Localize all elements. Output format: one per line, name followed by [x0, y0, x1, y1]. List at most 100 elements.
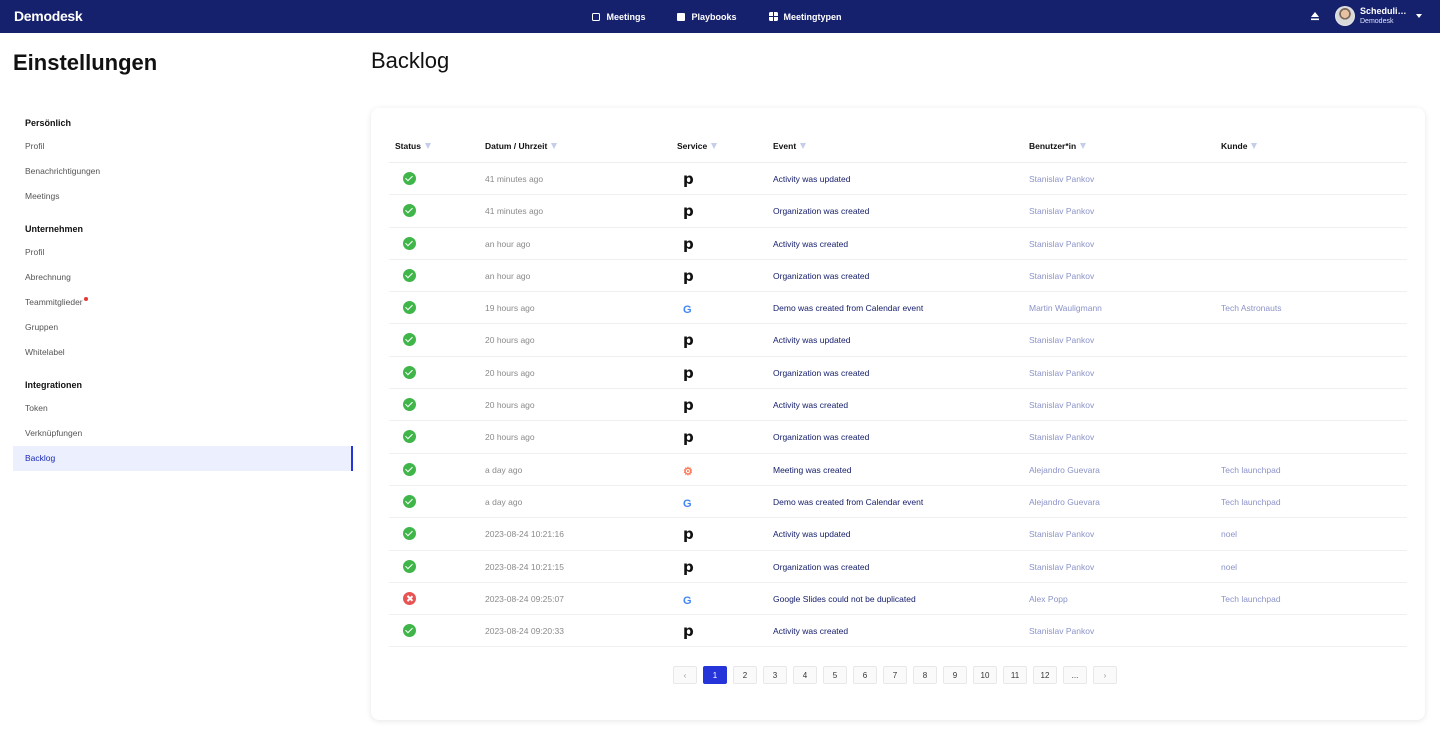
service-cell: p: [683, 324, 694, 356]
sidebar-item-backlog[interactable]: Backlog: [13, 446, 353, 471]
date-cell: 20 hours ago: [485, 367, 535, 378]
filter-icon[interactable]: [800, 143, 807, 149]
sidebar-item-profil[interactable]: Profil: [13, 134, 353, 159]
user-cell[interactable]: Stanislav Pankov: [1029, 551, 1094, 583]
table-row[interactable]: 41 minutes ago Activity was updated Stanis…: [389, 163, 1407, 196]
kunde-cell[interactable]: Tech launchpad: [1221, 583, 1281, 615]
user-cell[interactable]: Martin Wauligmann: [1029, 292, 1102, 324]
date-cell: a day ago: [485, 496, 523, 507]
notification-dot: [83, 297, 88, 301]
nav-meetings-label: Meetings: [606, 11, 646, 22]
service-cell: p: [683, 421, 694, 453]
nav-meetings[interactable]: Meetings: [592, 0, 645, 33]
sidebar-item-gruppen[interactable]: Gruppen: [13, 315, 353, 340]
table-row[interactable]: 20 hours ago Activity was created Stanisla…: [389, 389, 1407, 422]
status-cell: [403, 357, 416, 389]
date-cell: an hour ago: [485, 238, 531, 249]
calendar-icon: [592, 12, 601, 21]
sidebar-item-whitelabel[interactable]: Whitelabel: [13, 340, 353, 365]
page-button-12[interactable]: 12: [1033, 666, 1057, 684]
user-name[interactable]: Schedulin...: [1360, 6, 1410, 16]
sidebar-item-benachrichtigungen[interactable]: Benachrichtigungen: [13, 159, 353, 184]
prev-page-button[interactable]: ‹: [673, 666, 697, 684]
user-cell[interactable]: Stanislav Pankov: [1029, 421, 1094, 453]
page-button-3[interactable]: 3: [763, 666, 787, 684]
user-cell[interactable]: Stanislav Pankov: [1029, 195, 1094, 227]
google-icon: G: [683, 497, 692, 510]
sidebar-item-meetings[interactable]: Meetings: [13, 184, 353, 209]
service-cell: G: [683, 486, 692, 518]
user-cell[interactable]: Stanislav Pankov: [1029, 357, 1094, 389]
filter-icon[interactable]: [1251, 143, 1258, 149]
avatar[interactable]: [1335, 6, 1355, 26]
kunde-cell[interactable]: Tech launchpad: [1221, 486, 1281, 518]
page-button-11[interactable]: 11: [1003, 666, 1027, 684]
filter-icon[interactable]: [424, 143, 431, 149]
column-date-label: Datum / Uhrzeit: [485, 141, 548, 151]
filter-icon[interactable]: [711, 143, 718, 149]
page-button-10[interactable]: 10: [973, 666, 997, 684]
table-row[interactable]: a day ago Meeting was created Alejandro Gu…: [389, 454, 1407, 486]
user-cell[interactable]: Stanislav Pankov: [1029, 163, 1094, 195]
sidebar-item-verknuepfungen[interactable]: Verknüpfungen: [13, 421, 353, 446]
user-cell[interactable]: Stanislav Pankov: [1029, 518, 1094, 550]
user-cell[interactable]: Stanislav Pankov: [1029, 260, 1094, 292]
sidebar-item-abrechnung[interactable]: Abrechnung: [13, 265, 353, 290]
table-row[interactable]: 20 hours ago Activity was updated Stanisla…: [389, 324, 1407, 357]
filter-icon[interactable]: [1080, 143, 1087, 149]
user-cell[interactable]: Stanislav Pankov: [1029, 615, 1094, 647]
page-button-9[interactable]: 9: [943, 666, 967, 684]
page-ellipsis-button[interactable]: ...: [1063, 666, 1087, 684]
table-row[interactable]: 20 hours ago Organization was created Stan…: [389, 357, 1407, 390]
page-button-7[interactable]: 7: [883, 666, 907, 684]
table-row[interactable]: an hour ago Activity was created Stanislav…: [389, 228, 1407, 260]
table-row[interactable]: 2023-08-24 10:21:15 Organization was crea…: [389, 551, 1407, 583]
kunde-cell[interactable]: Tech Astronauts: [1221, 292, 1281, 324]
table-row[interactable]: 19 hours ago Demo was created from Calend…: [389, 292, 1407, 325]
event-cell: Organization was created: [773, 206, 870, 217]
user-cell[interactable]: Stanislav Pankov: [1029, 389, 1094, 421]
page-button-4[interactable]: 4: [793, 666, 817, 684]
kunde-cell[interactable]: noel: [1221, 518, 1237, 550]
page-button-2[interactable]: 2: [733, 666, 757, 684]
user-cell[interactable]: Stanislav Pankov: [1029, 228, 1094, 260]
table-row[interactable]: a day ago Demo was created from Calendar …: [389, 486, 1407, 519]
top-nav: Meetings Playbooks Meetingtypen: [0, 0, 1440, 33]
filter-icon[interactable]: [551, 143, 558, 149]
kunde-cell[interactable]: noel: [1221, 551, 1237, 583]
logo[interactable]: Demodesk: [14, 8, 83, 24]
chevron-down-icon[interactable]: [1416, 14, 1422, 18]
service-cell: G: [683, 583, 692, 615]
upload-icon[interactable]: [1309, 10, 1321, 22]
service-cell: G: [683, 292, 692, 324]
user-cell[interactable]: Alejandro Guevara: [1029, 486, 1100, 518]
nav-meetingtypen[interactable]: Meetingtypen: [768, 0, 842, 33]
table-row[interactable]: 20 hours ago Organization was created Stan…: [389, 421, 1407, 454]
status-cell: [403, 583, 416, 615]
google-icon: G: [683, 594, 692, 607]
nav-playbooks[interactable]: Playbooks: [677, 0, 737, 33]
table-row[interactable]: 41 minutes ago Organization was created St…: [389, 195, 1407, 228]
event-cell: Organization was created: [773, 270, 870, 281]
table-row[interactable]: 2023-08-24 09:25:07 Google Slides could n…: [389, 583, 1407, 616]
page-button-6[interactable]: 6: [853, 666, 877, 684]
page-button-1[interactable]: 1: [703, 666, 727, 684]
table-row[interactable]: an hour ago Organization was created Stani…: [389, 260, 1407, 293]
table-row[interactable]: 2023-08-24 09:20:33 Activity was created S…: [389, 615, 1407, 648]
sidebar-item-firmenprofil[interactable]: Profil: [13, 240, 353, 265]
kunde-cell[interactable]: Tech launchpad: [1221, 454, 1281, 486]
user-cell[interactable]: Stanislav Pankov: [1029, 324, 1094, 356]
status-cell: [403, 486, 416, 518]
success-check-icon: [403, 559, 416, 573]
sidebar-item-teammitglieder[interactable]: Teammitglieder: [13, 290, 353, 315]
status-cell: [403, 260, 416, 292]
user-cell[interactable]: Alejandro Guevara: [1029, 454, 1100, 486]
page-button-8[interactable]: 8: [913, 666, 937, 684]
status-cell: [403, 615, 416, 647]
page-button-5[interactable]: 5: [823, 666, 847, 684]
user-cell[interactable]: Alex Popp: [1029, 583, 1068, 615]
success-check-icon: [403, 494, 416, 508]
sidebar-item-token[interactable]: Token: [13, 396, 353, 421]
table-row[interactable]: 2023-08-24 10:21:16 Activity was updated S…: [389, 518, 1407, 551]
next-page-button[interactable]: ›: [1093, 666, 1117, 684]
